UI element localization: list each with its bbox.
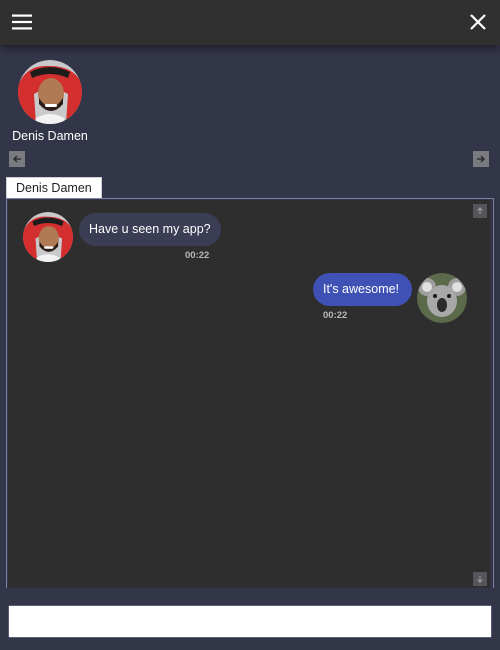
- arrow-right-icon: [477, 155, 486, 163]
- man-in-red-keffiyeh-avatar: [18, 60, 82, 124]
- carousel-next-button[interactable]: [473, 151, 489, 167]
- carousel-prev-button[interactable]: [9, 151, 25, 167]
- arrow-left-icon: [12, 155, 21, 163]
- arrow-up-icon: [477, 207, 483, 214]
- koala-avatar: [417, 273, 467, 323]
- close-icon: [470, 14, 486, 30]
- message-input[interactable]: [9, 606, 491, 637]
- menu-button[interactable]: [9, 9, 35, 35]
- sender-avatar: [23, 212, 73, 262]
- scroll-down-button[interactable]: [473, 572, 487, 586]
- man-in-red-keffiyeh-avatar: [23, 212, 73, 262]
- scroll-up-button[interactable]: [473, 204, 487, 218]
- contact-item[interactable]: Denis Damen: [8, 60, 92, 143]
- message-timestamp: 00:22: [323, 310, 348, 321]
- tab-chat-denis-damen[interactable]: Denis Damen: [6, 177, 102, 198]
- chat-messages-area[interactable]: [8, 200, 490, 588]
- arrow-down-icon: [477, 576, 483, 583]
- message-input-wrapper: [8, 605, 492, 638]
- contact-name: Denis Damen: [12, 129, 88, 143]
- user-avatar: [417, 273, 467, 323]
- outgoing-message-bubble: It's awesome!: [313, 273, 412, 306]
- incoming-message-bubble: Have u seen my app?: [79, 213, 221, 246]
- message-timestamp: 00:22: [185, 250, 210, 261]
- hamburger-menu-icon: [12, 14, 32, 30]
- app-bar: [0, 0, 500, 45]
- contact-avatar: [18, 60, 82, 124]
- close-button[interactable]: [465, 9, 491, 35]
